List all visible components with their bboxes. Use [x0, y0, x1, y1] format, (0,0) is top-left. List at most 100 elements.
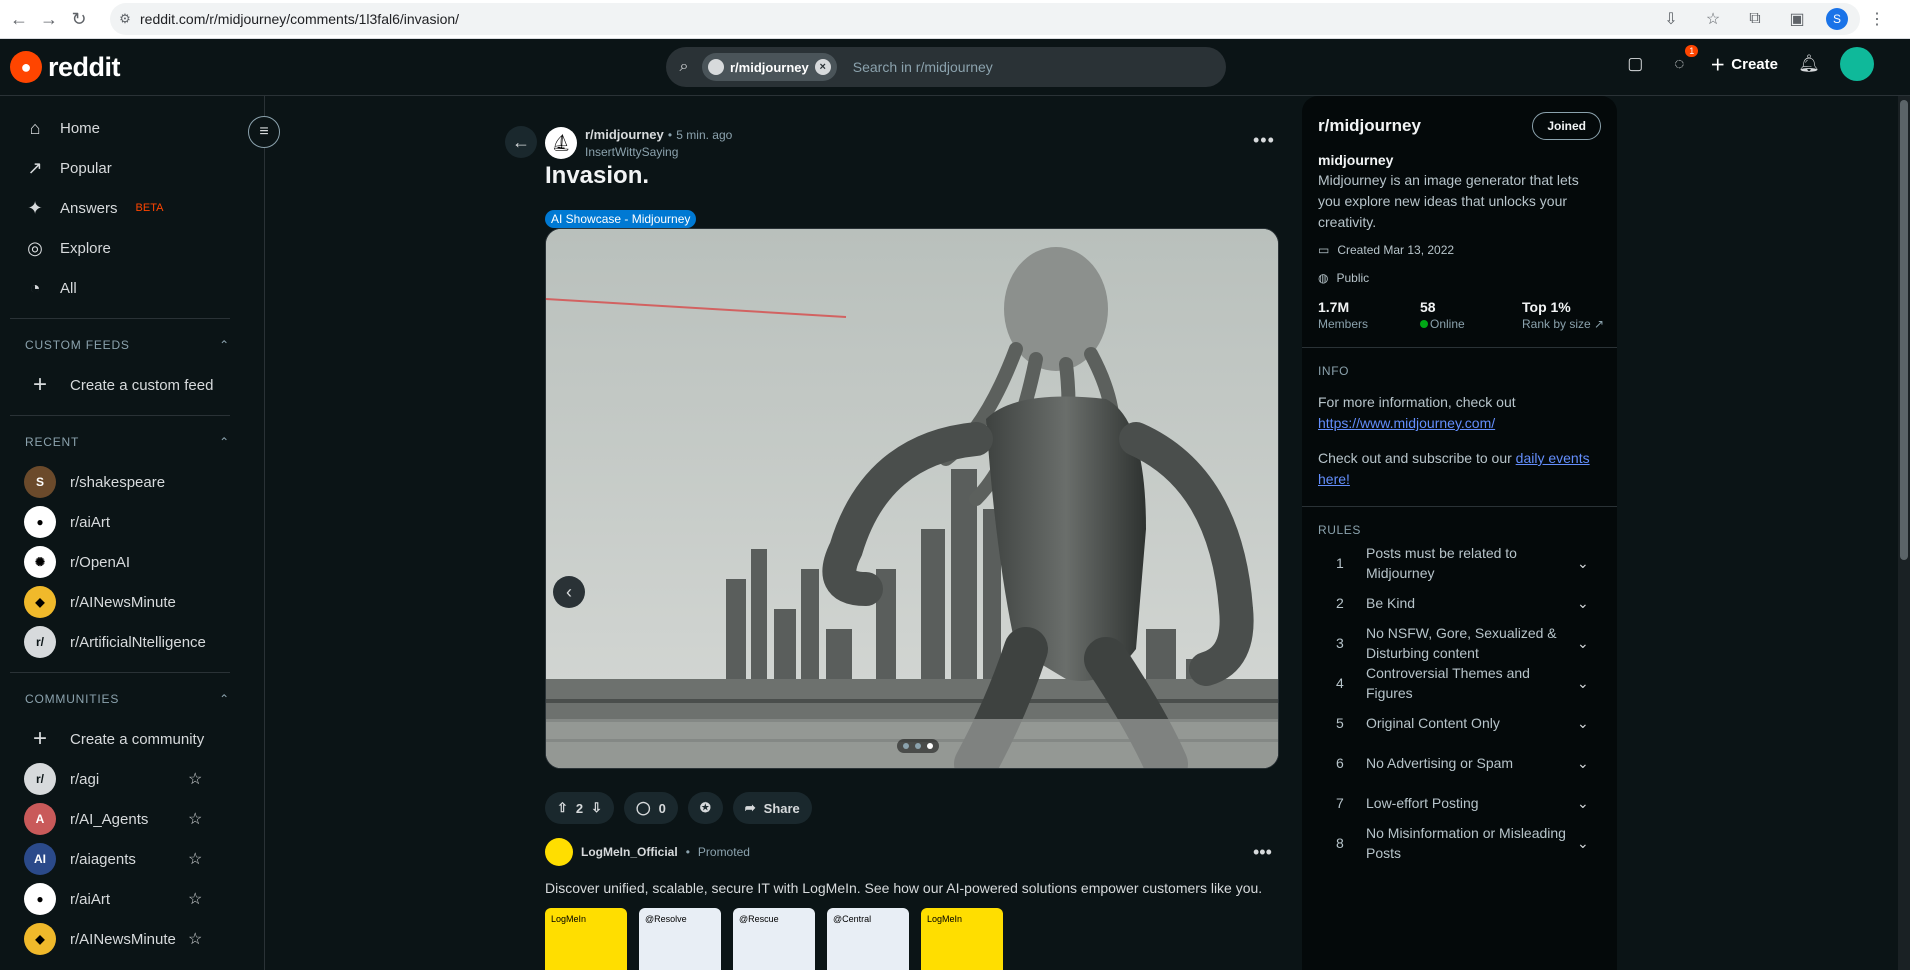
- ad-thumbnail[interactable]: @Resolve: [639, 908, 721, 970]
- bookmark-star-icon[interactable]: ☆: [1700, 4, 1726, 34]
- favorite-star-icon[interactable]: ☆: [188, 809, 202, 829]
- rank-link[interactable]: Rank by size ↗: [1522, 317, 1617, 331]
- recent-item[interactable]: ● r/aiArt: [0, 502, 264, 542]
- install-app-icon[interactable]: ⇩: [1658, 4, 1684, 34]
- scrollbar-thumb[interactable]: [1900, 100, 1908, 560]
- visibility-text: Public: [1336, 271, 1370, 285]
- advertiser-name[interactable]: LogMeIn_Official: [581, 845, 678, 859]
- carousel-dot[interactable]: [903, 743, 909, 749]
- create-community[interactable]: + Create a community: [0, 719, 264, 759]
- community-item[interactable]: Ar/AI_Agents ☆: [0, 799, 264, 839]
- nav-all-label: All: [60, 279, 77, 297]
- members-count: 1.7M: [1318, 299, 1350, 315]
- profile-avatar[interactable]: S: [1826, 8, 1848, 30]
- communities-header[interactable]: COMMUNITIES ⌃: [0, 679, 264, 719]
- custom-feeds-header[interactable]: CUSTOM FEEDS ⌃: [0, 325, 264, 365]
- clear-scope-icon[interactable]: ×: [814, 59, 831, 75]
- rule-number: 6: [1336, 755, 1344, 771]
- share-icon: ➦: [744, 800, 756, 815]
- recent-item[interactable]: Sr/shakespeare: [0, 462, 264, 502]
- joined-button[interactable]: Joined: [1532, 112, 1601, 140]
- menu-toggle-icon[interactable]: ≡: [248, 116, 280, 148]
- subreddit-link[interactable]: r/midjourney: [585, 127, 664, 142]
- comments-button[interactable]: ◯ 0: [624, 792, 678, 824]
- favorite-star-icon[interactable]: ☆: [188, 769, 202, 789]
- back-button[interactable]: ←: [505, 126, 537, 158]
- favorite-star-icon[interactable]: ☆: [188, 929, 202, 949]
- recent-item[interactable]: ◆ r/AINewsMinute: [0, 582, 264, 622]
- share-button[interactable]: ➦ Share: [732, 792, 812, 824]
- rule-text: No NSFW, Gore, Sexualized & Disturbing c…: [1366, 625, 1557, 661]
- ad-thumbnail[interactable]: LogMeIn: [921, 908, 1003, 970]
- community-item[interactable]: ● r/aiArt ☆: [0, 879, 264, 919]
- notification-bell-icon[interactable]: 🔔︎: [1796, 51, 1822, 77]
- ad-thumbnail[interactable]: @Rescue: [733, 908, 815, 970]
- post-more-icon[interactable]: •••: [1253, 130, 1275, 151]
- reload-icon[interactable]: ↻: [64, 4, 94, 34]
- rule-item[interactable]: 1 Posts must be related to Midjourney ⌄: [1318, 543, 1601, 583]
- search-input[interactable]: Search in r/midjourney: [853, 59, 993, 75]
- chat-icon[interactable]: ◌ 1: [1666, 45, 1699, 77]
- rule-item[interactable]: 6 No Advertising or Spam ⌄: [1318, 743, 1601, 783]
- custom-feeds-heading: CUSTOM FEEDS: [25, 338, 130, 352]
- rule-item[interactable]: 2 Be Kind ⌄: [1318, 583, 1601, 623]
- downvote-icon[interactable]: ⇩: [591, 800, 602, 816]
- upvote-icon[interactable]: ⇧: [557, 800, 568, 816]
- nav-all[interactable]: ◔ All: [24, 268, 264, 308]
- favorite-star-icon[interactable]: ☆: [188, 849, 202, 869]
- chevron-down-icon: ⌄: [1577, 635, 1589, 651]
- reddit-logo[interactable]: ● reddit: [10, 51, 121, 83]
- back-arrow-icon[interactable]: ←: [4, 4, 34, 34]
- award-button[interactable]: ✪: [687, 792, 723, 824]
- carousel-dot[interactable]: [915, 743, 921, 749]
- ad-text[interactable]: Discover unified, scalable, secure IT wi…: [545, 880, 1285, 896]
- website-link[interactable]: https://www.midjourney.com/: [1318, 415, 1495, 431]
- address-bar[interactable]: ⚙ reddit.com/r/midjourney/comments/1l3fa…: [110, 3, 1860, 35]
- ad-thumbnail[interactable]: @Central: [827, 908, 909, 970]
- page-scrollbar[interactable]: [1898, 96, 1910, 970]
- search-scope-chip[interactable]: r/midjourney ×: [702, 53, 837, 81]
- recent-item[interactable]: ✺ r/OpenAI: [0, 542, 264, 582]
- comment-icon: ◯: [636, 800, 651, 815]
- carousel-dot-active[interactable]: [927, 743, 933, 749]
- search-bar[interactable]: ⌕ r/midjourney × Search in r/midjourney: [666, 47, 1226, 87]
- ad-thumbnail[interactable]: LogMeIn: [545, 908, 627, 970]
- advertise-icon[interactable]: ▢: [1622, 51, 1648, 77]
- create-button[interactable]: ＋ Create: [1710, 54, 1778, 75]
- carousel-prev-button[interactable]: ‹: [553, 576, 585, 608]
- rule-item[interactable]: 3 No NSFW, Gore, Sexualized & Disturbing …: [1318, 623, 1601, 663]
- favorite-star-icon[interactable]: ☆: [188, 889, 202, 909]
- rule-item[interactable]: 8 No Misinformation or Misleading Posts ⌄: [1318, 823, 1601, 863]
- community-item[interactable]: r/r/agi ☆: [0, 759, 264, 799]
- rule-item[interactable]: 7 Low-effort Posting ⌄: [1318, 783, 1601, 823]
- extensions-icon[interactable]: ⧉: [1742, 4, 1768, 34]
- promoted-post[interactable]: LogMeIn_Official • Promoted ••• Discover…: [545, 838, 1285, 970]
- nav-popular[interactable]: ↗ Popular: [24, 148, 264, 188]
- nav-answers[interactable]: ✦ Answers BETA: [24, 188, 264, 228]
- rule-item[interactable]: 4 Controversial Themes and Figures ⌄: [1318, 663, 1601, 703]
- carousel-indicator[interactable]: [897, 739, 939, 753]
- subreddit-avatar[interactable]: ⛵︎: [545, 126, 577, 159]
- nav-explore[interactable]: ◎ Explore: [24, 228, 264, 268]
- url-text[interactable]: reddit.com/r/midjourney/comments/1l3fal6…: [140, 11, 459, 27]
- forward-arrow-icon[interactable]: →: [34, 4, 64, 34]
- recent-item[interactable]: r/r/ArtificialNtelligence: [0, 622, 264, 662]
- create-custom-feed[interactable]: + Create a custom feed: [0, 365, 264, 405]
- ad-more-icon[interactable]: •••: [1253, 842, 1272, 863]
- community-item[interactable]: ◆ r/AINewsMinute ☆: [0, 919, 264, 959]
- nav-home[interactable]: ⌂ Home: [24, 108, 264, 148]
- kebab-menu-icon[interactable]: ⋮: [1864, 4, 1890, 34]
- community-item[interactable]: AI r/aiagents ☆: [0, 839, 264, 879]
- author-link[interactable]: InsertWittySaying: [585, 145, 732, 159]
- post-time: 5 min. ago: [676, 128, 733, 142]
- recent-header[interactable]: RECENT ⌃: [0, 422, 264, 462]
- tab-search-icon[interactable]: ▣: [1784, 4, 1810, 34]
- site-info-icon[interactable]: ⚙: [110, 11, 140, 27]
- advertiser-avatar[interactable]: [545, 838, 573, 866]
- post-image[interactable]: [545, 228, 1279, 769]
- user-avatar[interactable]: [1840, 47, 1874, 81]
- chevron-down-icon: ⌄: [1577, 595, 1589, 611]
- rule-item[interactable]: 5 Original Content Only ⌄: [1318, 703, 1601, 743]
- post-flair[interactable]: AI Showcase - Midjourney: [545, 210, 697, 228]
- community-title[interactable]: r/midjourney: [1318, 116, 1421, 136]
